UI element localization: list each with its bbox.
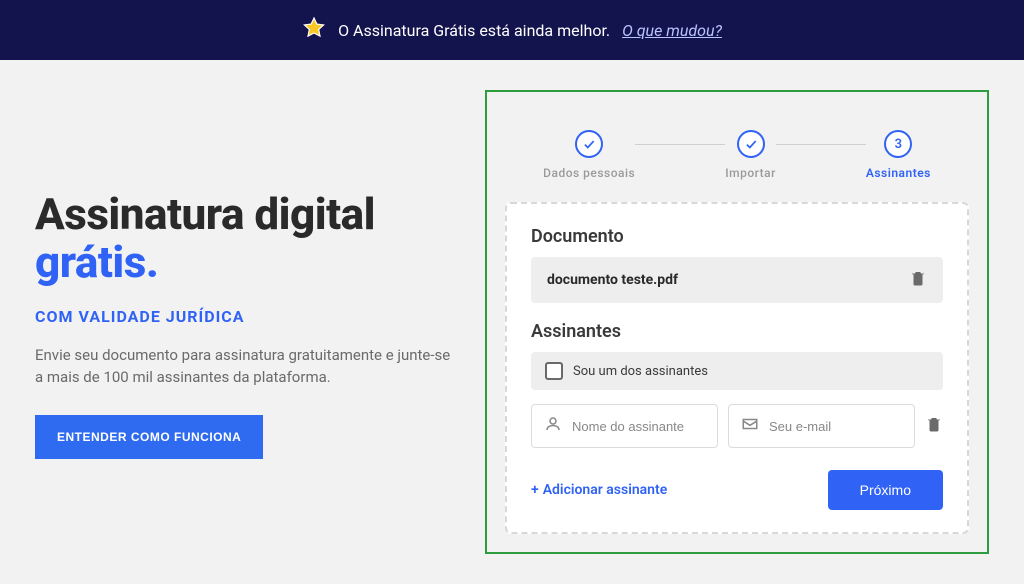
document-name: documento teste.pdf <box>547 272 678 288</box>
actions-row: + Adicionar assinante Próximo <box>531 470 943 510</box>
hero-description: Envie seu documento para assinatura grat… <box>35 344 455 389</box>
step-connector <box>635 144 725 145</box>
signer-inputs-row <box>531 404 943 448</box>
signer-email-field[interactable] <box>728 404 915 448</box>
star-icon <box>302 16 326 44</box>
step-label: Dados pessoais <box>543 166 635 180</box>
step-number: 3 <box>895 137 902 152</box>
delete-document-button[interactable] <box>909 269 927 291</box>
signer-email-input[interactable] <box>769 419 902 434</box>
step-circle-done <box>575 130 603 158</box>
add-signer-label: Adicionar assinante <box>543 482 668 498</box>
document-section-title: Documento <box>531 226 943 247</box>
step-circle-done <box>737 130 765 158</box>
self-signer-checkbox-row[interactable]: Sou um dos assinantes <box>531 352 943 390</box>
person-icon <box>544 415 562 437</box>
step-connector <box>776 144 866 145</box>
signer-name-input[interactable] <box>572 419 705 434</box>
page-title: Assinatura digital grátis. <box>35 190 455 287</box>
checkmark-icon <box>744 137 758 151</box>
main-container: Assinatura digital grátis. COM VALIDADE … <box>0 60 1024 584</box>
checkmark-icon <box>582 137 596 151</box>
banner-link[interactable]: O que mudou? <box>622 21 722 40</box>
form-wizard-panel: Dados pessoais Importar 3 Assinantes <box>485 90 989 554</box>
trash-icon <box>909 269 927 287</box>
next-button[interactable]: Próximo <box>828 470 943 510</box>
checkbox-icon <box>545 362 563 380</box>
signer-name-field[interactable] <box>531 404 718 448</box>
step-signers: 3 Assinantes <box>866 130 931 180</box>
headline-part2: grátis. <box>35 236 158 288</box>
add-signer-button[interactable]: + Adicionar assinante <box>531 482 667 498</box>
step-personal-data: Dados pessoais <box>543 130 635 180</box>
promo-banner: O Assinatura Grátis está ainda melhor. O… <box>0 0 1024 60</box>
form-panel: Documento documento teste.pdf Assinantes… <box>505 202 969 534</box>
banner-text: O Assinatura Grátis está ainda melhor. <box>338 21 610 40</box>
step-circle-active: 3 <box>884 130 912 158</box>
trash-icon <box>925 415 943 433</box>
step-label-active: Assinantes <box>866 166 931 180</box>
step-import: Importar <box>725 130 776 180</box>
headline-part1: Assinatura digital <box>35 188 375 240</box>
understand-how-button[interactable]: ENTENDER COMO FUNCIONA <box>35 415 263 459</box>
hero-section: Assinatura digital grátis. COM VALIDADE … <box>35 90 455 554</box>
subheadline: COM VALIDADE JURÍDICA <box>35 307 455 326</box>
document-row: documento teste.pdf <box>531 257 943 303</box>
mail-icon <box>741 415 759 437</box>
plus-icon: + <box>531 482 539 498</box>
signers-section-title: Assinantes <box>531 321 943 342</box>
step-label: Importar <box>725 166 776 180</box>
self-signer-label: Sou um dos assinantes <box>573 364 708 379</box>
stepper: Dados pessoais Importar 3 Assinantes <box>505 110 969 192</box>
delete-signer-button[interactable] <box>925 415 943 437</box>
